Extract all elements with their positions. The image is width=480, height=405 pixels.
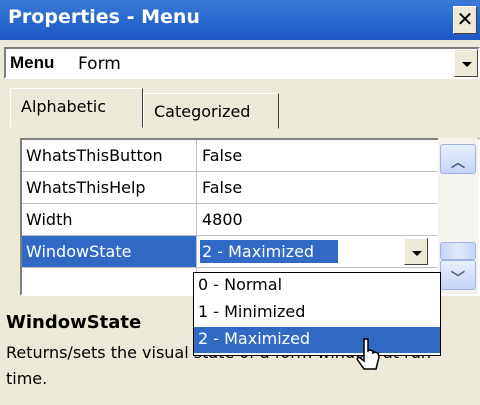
object-selector[interactable]: Menu Form [4,47,480,79]
tab-categorized[interactable]: Categorized [143,93,279,129]
dropdown-option[interactable]: 0 - Normal [194,273,440,299]
scroll-up-button[interactable]: ︿ [440,144,476,174]
property-row[interactable]: WhatsThisHelp False [22,172,440,204]
value-dropdown-button[interactable] [404,238,428,265]
property-row[interactable]: Width 4800 [22,204,440,236]
property-name: WhatsThisHelp [22,172,197,203]
property-value[interactable]: False [198,140,440,171]
property-value[interactable]: 4800 [198,204,440,235]
object-dropdown-button[interactable] [454,49,478,77]
property-row-selected[interactable]: WindowState 2 - Maximized [22,236,440,268]
property-row[interactable]: WhatsThisButton False [22,140,440,172]
property-value[interactable]: False [198,172,440,203]
pointer-cursor-icon [356,338,380,370]
property-name: Width [22,204,197,235]
window-state-dropdown[interactable]: 0 - Normal 1 - Minimized 2 - Maximized [193,272,441,356]
property-name: WhatsThisButton [22,140,197,171]
close-icon: ✕ [456,7,474,31]
scroll-down-button[interactable]: ﹀ [440,260,476,290]
property-name: WindowState [22,236,197,267]
tab-alphabetic[interactable]: Alphabetic [10,88,143,128]
close-button[interactable]: ✕ [453,6,477,34]
object-name: Menu [10,53,55,72]
dropdown-option[interactable]: 1 - Minimized [194,300,440,326]
property-value: 2 - Maximized [200,240,338,263]
vertical-scrollbar[interactable]: ︿ ﹀ [438,138,478,294]
chevron-down-icon [462,62,472,67]
chevron-down-icon: ﹀ [451,271,465,287]
chevron-up-icon: ︿ [451,155,465,171]
dropdown-option-selected[interactable]: 2 - Maximized [194,327,440,353]
chevron-down-icon [412,251,422,256]
property-value-select[interactable]: 2 - Maximized [198,236,440,267]
scroll-thumb[interactable] [440,242,476,260]
description-title: WindowState [6,312,142,333]
value-combo[interactable]: 2 - Maximized [198,238,404,266]
object-type: Form [78,54,121,74]
property-name-empty [22,268,197,299]
window-title: Properties - Menu [8,6,200,28]
